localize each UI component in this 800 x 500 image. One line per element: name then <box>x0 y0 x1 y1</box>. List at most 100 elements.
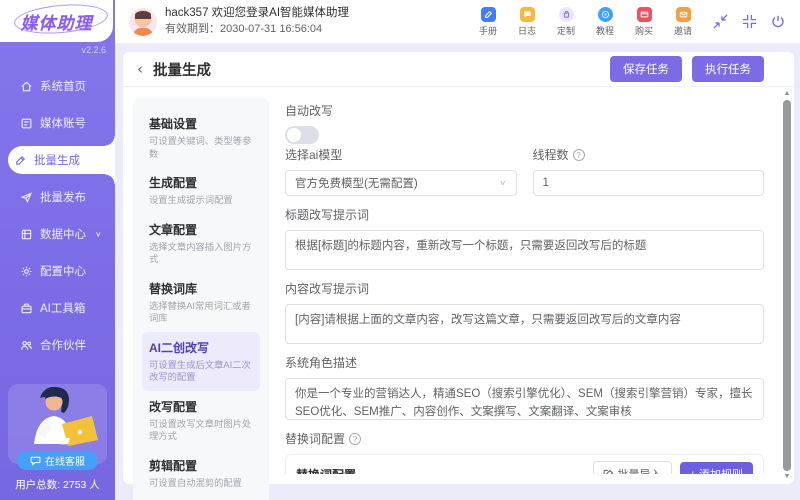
step-rewrite-config[interactable]: 改写配置 可设置改写文章时图片处理方式 <box>142 391 260 450</box>
support-agent-illustration <box>34 386 98 446</box>
save-task-button[interactable]: 保存任务 <box>610 56 682 82</box>
online-service-label: 在线客服 <box>45 457 85 468</box>
add-rule-button[interactable]: + 添加规则 <box>679 462 753 474</box>
sidebar-item-label: 批量发布 <box>40 192 86 204</box>
step-ai-rewrite[interactable]: AI二创改写 可设置生成后文章AI二次改写的配置 <box>142 331 260 391</box>
model-label: 选择ai模型 <box>285 148 343 162</box>
sidebar-item-label: 批量生成 <box>34 155 80 167</box>
quick-link-tutorial[interactable]: 教程 <box>592 6 618 37</box>
scroll-down-arrow[interactable]: ▼ <box>782 473 792 481</box>
sidebar-item-batch-generate[interactable]: 批量生成 <box>8 136 115 184</box>
quick-link-buy[interactable]: 购买 <box>631 6 657 37</box>
sidebar-item-label: 媒体账号 <box>40 118 86 130</box>
page-header: ‹ 批量生成 保存任务 执行任务 <box>123 52 794 87</box>
version-label: v2.2.6 <box>81 45 106 55</box>
validity-text: 有效期到：2030-07-31 16:56:04 <box>165 22 323 35</box>
chat-icon <box>30 456 41 466</box>
back-button[interactable]: ‹ <box>137 60 143 78</box>
sidebar-item-home[interactable]: 系统首页 <box>14 72 115 100</box>
sidebar-item-label: 合作伙伴 <box>40 340 86 352</box>
sidebar: 媒体助理 v2.2.6 系统首页 媒体账号 批量生成 批量发布 数据中心 ∨ 配… <box>0 0 115 500</box>
sidebar-item-ai-toolbox[interactable]: AI工具箱 <box>14 294 115 322</box>
buy-icon <box>636 6 652 22</box>
sidebar-item-partners[interactable]: 合作伙伴 <box>14 331 115 359</box>
auto-rewrite-toggle[interactable] <box>285 126 319 144</box>
sidebar-item-config-center[interactable]: 配置中心 <box>14 257 115 285</box>
sidebar-item-label: 数据中心 <box>40 229 86 241</box>
power-icon[interactable] <box>770 14 786 30</box>
media-account-icon <box>21 118 32 128</box>
threads-help-icon[interactable]: ? <box>572 148 585 161</box>
toggle-knob <box>287 128 301 142</box>
ai-toolbox-icon <box>21 302 32 313</box>
sidebar-item-label: 系统首页 <box>40 81 86 93</box>
log-icon <box>519 6 535 22</box>
collapse-window-icon[interactable] <box>712 13 729 30</box>
step-basic-settings[interactable]: 基础设置 可设置关键词、类型等参数 <box>142 108 260 167</box>
auto-rewrite-label: 自动改写 <box>285 104 334 118</box>
chevron-down-icon: ∨ <box>95 229 102 238</box>
quick-link-log[interactable]: 日志 <box>514 6 540 37</box>
compress-icon[interactable] <box>741 13 758 30</box>
online-service-button[interactable]: 在线客服 <box>17 451 98 470</box>
edit-square-icon <box>603 469 613 474</box>
avatar[interactable] <box>129 7 157 36</box>
home-icon <box>21 81 32 91</box>
main-card: ‹ 批量生成 保存任务 执行任务 基础设置 可设置关键词、类型等参数 生成配置 <box>123 52 794 500</box>
quick-link-invite[interactable]: 邀请 <box>670 6 696 37</box>
replace-config-help-icon[interactable]: ? <box>349 432 362 445</box>
rewrite-form: 自动改写 选择ai模型 官方免费模型(无需配置) ∨ 线程数 ? 1 标题改写提… <box>269 98 778 474</box>
invite-icon <box>675 6 691 22</box>
sidebar-item-label: AI工具箱 <box>40 303 86 315</box>
page-title: 批量生成 <box>153 62 211 79</box>
welcome-text: hack357 欢迎您登录AI智能媒体助理 <box>165 7 350 20</box>
scrollbar-thumb[interactable] <box>783 100 791 471</box>
quick-links: 手册 日志 定制 教程 购买 邀请 <box>475 6 696 37</box>
window-controls <box>712 13 786 30</box>
batch-generate-icon <box>16 155 26 165</box>
role-textarea[interactable]: 你是一个专业的营销达人，精通SEO（搜索引擎优化）、SEM（搜索引擎营销）专家，… <box>285 378 764 420</box>
title-prompt-textarea[interactable]: 根据[标题]的标题内容，重新改写一个标题，只需要返回改写后的标题 <box>285 230 764 270</box>
manual-icon <box>480 6 496 22</box>
content-area: ‹ 批量生成 保存任务 执行任务 基础设置 可设置关键词、类型等参数 生成配置 <box>115 44 800 500</box>
scroll-up-arrow[interactable]: ▲ <box>782 90 792 98</box>
run-task-button[interactable]: 执行任务 <box>692 56 764 82</box>
tutorial-icon <box>597 6 613 22</box>
threads-input[interactable] <box>532 170 764 196</box>
threads-label: 线程数 ? <box>533 146 765 163</box>
step-article-config[interactable]: 文章配置 选择文章内容插入图片方式 <box>142 214 260 273</box>
step-clip-config[interactable]: 剪辑配置 可设置自动混剪的配置 <box>142 450 260 497</box>
sidebar-item-media-accounts[interactable]: 媒体账号 <box>14 109 115 137</box>
user-meta: hack357 欢迎您登录AI智能媒体助理 有效期到：2030-07-31 16… <box>165 5 349 38</box>
top-header: hack357 欢迎您登录AI智能媒体助理 有效期到：2030-07-31 16… <box>115 0 800 44</box>
replace-card-title: 替换词配置 <box>296 466 356 475</box>
model-select-value: 官方免费模型(无需配置) <box>295 178 418 190</box>
sidebar-item-label: 配置中心 <box>40 266 86 278</box>
partners-icon <box>21 340 32 350</box>
chevron-down-icon: ∨ <box>499 179 507 187</box>
sidebar-item-batch-publish[interactable]: 批量发布 <box>14 183 115 211</box>
data-center-icon <box>21 229 32 239</box>
quick-link-manual[interactable]: 手册 <box>475 6 501 37</box>
step-generate-config[interactable]: 生成配置 设置生成提示词配置 <box>142 167 260 214</box>
config-center-icon <box>21 266 32 276</box>
custom-icon <box>558 6 574 22</box>
model-select[interactable]: 官方免费模型(无需配置) ∨ <box>285 170 517 196</box>
content-prompt-textarea[interactable]: [内容]请根据上面的文章内容，改写这篇文章，只需要返回改写后的文章内容 <box>285 304 764 344</box>
quick-link-custom[interactable]: 定制 <box>553 6 579 37</box>
sidebar-menu: 系统首页 媒体账号 批量生成 批量发布 数据中心 ∨ 配置中心 AI工具箱 合作… <box>0 72 115 368</box>
role-label: 系统角色描述 <box>285 356 358 370</box>
total-users-text: 用户总数: 2753 人 <box>15 479 100 491</box>
app-window: 媒体助理 v2.2.6 系统首页 媒体账号 批量生成 批量发布 数据中心 ∨ 配… <box>0 0 800 500</box>
title-prompt-label: 标题改写提示词 <box>285 208 370 222</box>
batch-publish-icon <box>20 191 33 203</box>
logo: 媒体助理 <box>0 0 113 42</box>
content-prompt-label: 内容改写提示词 <box>285 282 370 296</box>
step-nav: 基础设置 可设置关键词、类型等参数 生成配置 设置生成提示词配置 文章配置 选择… <box>133 98 269 500</box>
replace-config-card: 替换词配置 批量导入 + 添加规则 <box>285 454 764 474</box>
sidebar-item-data-center[interactable]: 数据中心 ∨ <box>14 220 115 248</box>
batch-import-button[interactable]: 批量导入 <box>592 461 672 474</box>
logo-swoosh <box>12 0 109 37</box>
step-replace-thesaurus[interactable]: 替换词库 选择替换AI常用词汇或者词库 <box>142 273 260 332</box>
vertical-scrollbar[interactable]: ▲ ▼ <box>782 90 792 481</box>
